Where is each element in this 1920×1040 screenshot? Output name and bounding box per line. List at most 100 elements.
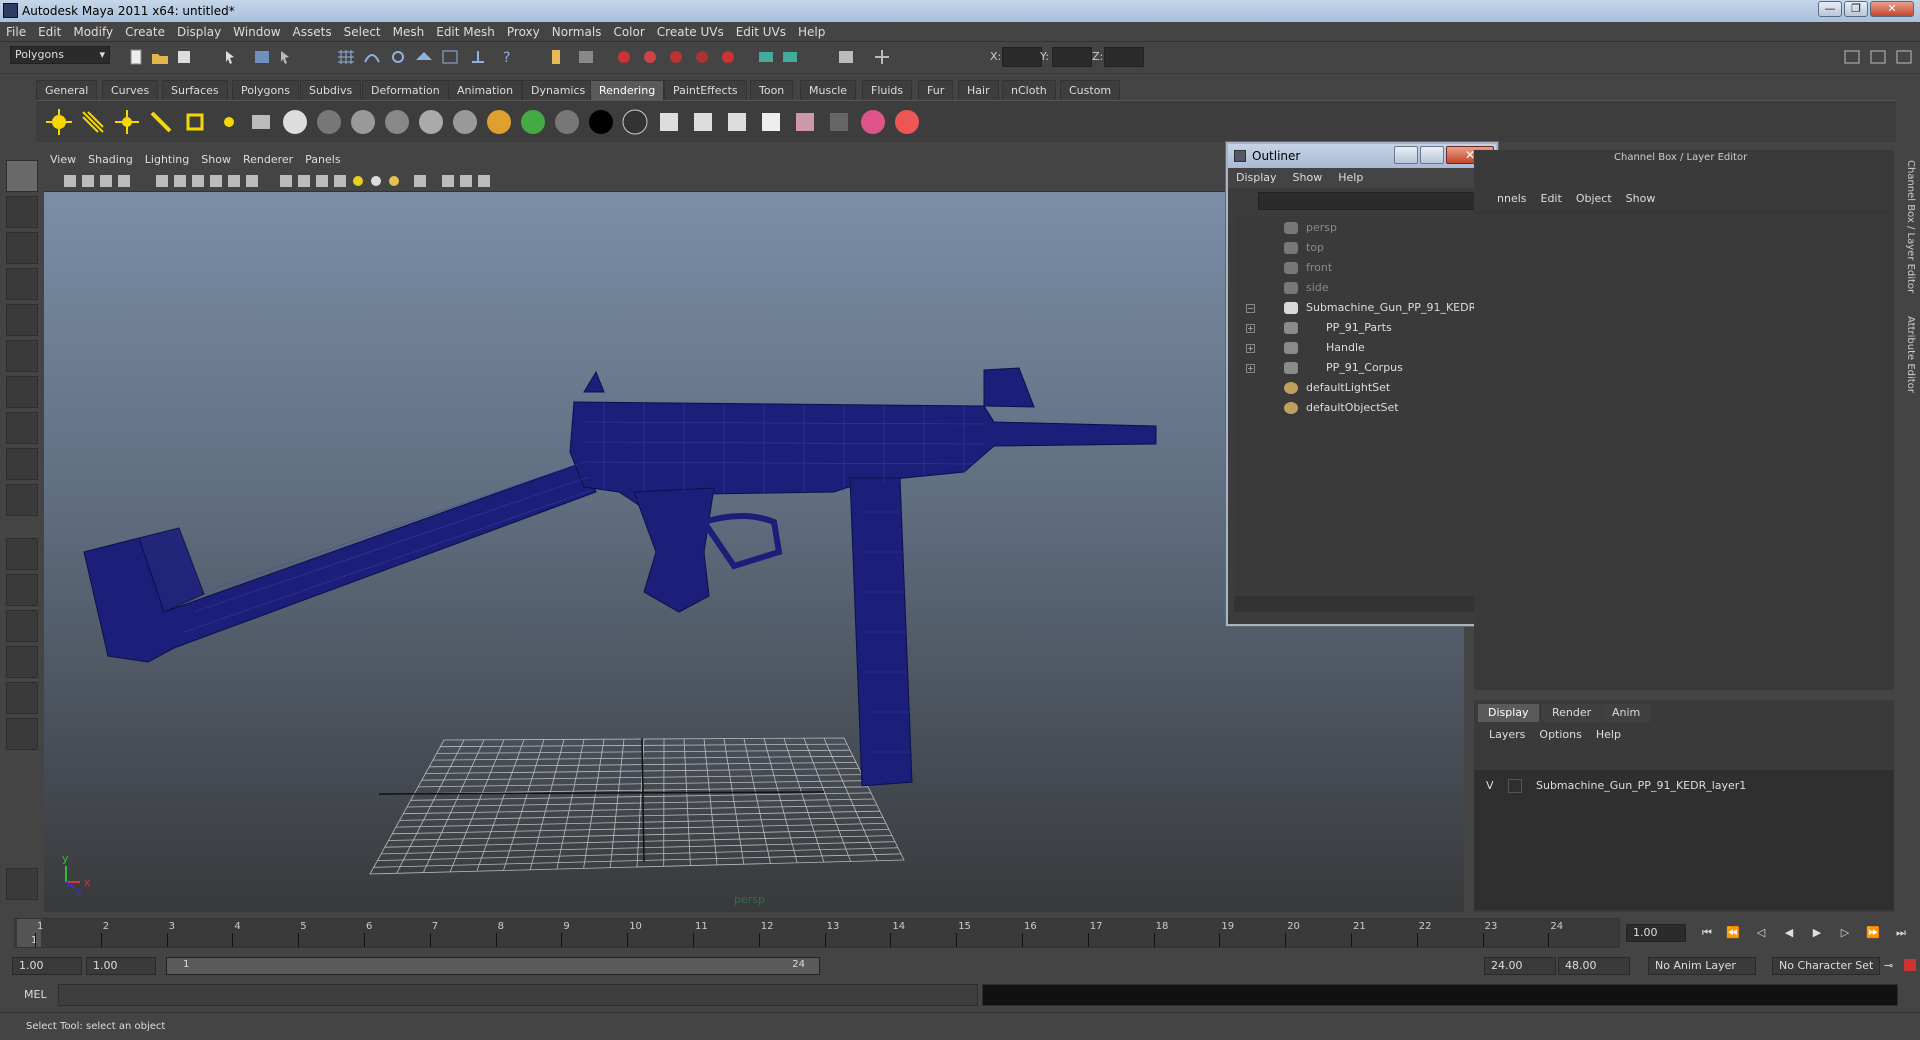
- shelf-tab-muscle[interactable]: Muscle: [800, 80, 857, 100]
- move-tool-icon[interactable]: [6, 268, 38, 300]
- cb-menu-show[interactable]: Show: [1619, 190, 1663, 208]
- render-current-frame-icon[interactable]: [654, 107, 684, 137]
- shelf-tab-general[interactable]: General: [36, 80, 98, 100]
- camera-mode-icon[interactable]: [836, 48, 856, 66]
- menu-proxy[interactable]: Proxy: [501, 22, 546, 42]
- layout-hypershade-icon[interactable]: [6, 682, 38, 714]
- open-scene-icon[interactable]: [150, 48, 170, 66]
- save-scene-icon[interactable]: [174, 48, 194, 66]
- collapse-toggle[interactable]: −: [1246, 304, 1255, 313]
- menu-select[interactable]: Select: [338, 22, 387, 42]
- mel-command-input[interactable]: [58, 984, 978, 1006]
- le-menu-layers[interactable]: Layers: [1482, 726, 1532, 744]
- outliner-filter-input[interactable]: [1258, 192, 1492, 210]
- outliner-item-object-set[interactable]: defaultObjectSet: [1246, 398, 1476, 418]
- go-to-start-icon[interactable]: ⏮: [1698, 926, 1716, 940]
- side-tab-channel-box[interactable]: Channel Box / Layer Editor: [1900, 160, 1916, 293]
- attribute-editor-toggle-icon[interactable]: [1842, 48, 1862, 66]
- menu-color[interactable]: Color: [607, 22, 650, 42]
- menu-edit-uvs[interactable]: Edit UVs: [730, 22, 792, 42]
- outliner-horizontal-scrollbar[interactable]: [1234, 596, 1478, 612]
- render-view-icon[interactable]: [718, 48, 738, 66]
- aniso-material-icon[interactable]: [450, 107, 480, 137]
- scale-tool-icon[interactable]: [6, 340, 38, 372]
- play-backwards-icon[interactable]: ◀: [1780, 926, 1798, 940]
- render-frame-icon[interactable]: [614, 48, 634, 66]
- construction-history-icon[interactable]: [468, 48, 488, 66]
- outliner-maximize-button[interactable]: [1420, 146, 1444, 164]
- outliner-item-light-set[interactable]: defaultLightSet: [1246, 378, 1476, 398]
- minimize-button[interactable]: —: [1818, 1, 1842, 17]
- outliner-item-group[interactable]: − Submachine_Gun_PP_91_KEDR: [1246, 298, 1476, 318]
- layout-custom-icon[interactable]: [6, 718, 38, 750]
- show-manipulator-icon[interactable]: [6, 448, 38, 480]
- menuset-dropdown[interactable]: Polygons ▾: [10, 46, 110, 64]
- universal-manipulator-icon[interactable]: [6, 376, 38, 408]
- layer-tab-render[interactable]: Render: [1542, 704, 1602, 722]
- menu-create-uvs[interactable]: Create UVs: [651, 22, 730, 42]
- x-field[interactable]: [1002, 47, 1042, 67]
- step-forward-key-icon[interactable]: ⏩: [1864, 926, 1882, 940]
- le-menu-help[interactable]: Help: [1589, 726, 1628, 744]
- outliner-window[interactable]: Outliner ✕ Display Show Help persp top fro…: [1226, 142, 1498, 626]
- area-light-icon[interactable]: [180, 107, 210, 137]
- paint-brush-icon[interactable]: [892, 107, 922, 137]
- shelf-tab-rendering[interactable]: Rendering: [590, 80, 665, 100]
- menu-edit-mesh[interactable]: Edit Mesh: [430, 22, 501, 42]
- menu-display[interactable]: Display: [171, 22, 227, 42]
- select-object-icon[interactable]: [252, 48, 272, 66]
- viewport-menu-renderer[interactable]: Renderer: [237, 150, 299, 170]
- cb-menu-object[interactable]: Object: [1569, 190, 1619, 208]
- playback-start-field[interactable]: 1.00: [86, 957, 156, 975]
- channel-list[interactable]: [1476, 212, 1888, 688]
- directional-light-icon[interactable]: [78, 107, 108, 137]
- anim-layer-dropdown[interactable]: No Anim Layer: [1648, 957, 1756, 975]
- hypershade-icon[interactable]: [692, 48, 712, 66]
- shelf-tab-hair[interactable]: Hair: [958, 80, 999, 100]
- outliner-minimize-button[interactable]: [1394, 146, 1418, 164]
- new-scene-icon[interactable]: [126, 48, 146, 66]
- character-set-dropdown[interactable]: No Character Set: [1772, 957, 1880, 975]
- lasso-tool-icon[interactable]: [6, 196, 38, 228]
- lambert-material-icon[interactable]: [314, 107, 344, 137]
- shelf-tab-painteffects[interactable]: PaintEffects: [664, 80, 747, 100]
- snap-plane-icon[interactable]: [414, 48, 434, 66]
- layer-playback-toggle[interactable]: [1508, 779, 1522, 793]
- cb-menu-edit[interactable]: Edit: [1534, 190, 1569, 208]
- playback-end-field[interactable]: 24.00: [1484, 957, 1556, 975]
- point-light-icon[interactable]: [112, 107, 142, 137]
- ipr-render-icon[interactable]: [640, 48, 660, 66]
- soft-mod-tool-icon[interactable]: [6, 412, 38, 444]
- viewport-menu-view[interactable]: View: [44, 150, 82, 170]
- paint-select-tool-icon[interactable]: [6, 232, 38, 264]
- batch-render-icon[interactable]: [756, 48, 776, 66]
- auto-key-icon[interactable]: ⊸: [1884, 959, 1893, 972]
- step-back-frame-icon[interactable]: ◁: [1752, 926, 1770, 940]
- outliner-item-front[interactable]: front: [1246, 258, 1476, 278]
- blinn-material-icon[interactable]: [348, 107, 378, 137]
- shelf-tab-curves[interactable]: Curves: [102, 80, 159, 100]
- menu-help[interactable]: Help: [792, 22, 831, 42]
- maximize-button[interactable]: ❐: [1844, 1, 1868, 17]
- viewport-menu-shading[interactable]: Shading: [82, 150, 139, 170]
- hypershade-shelf-icon[interactable]: [790, 107, 820, 137]
- render-sphere-icon[interactable]: [280, 107, 310, 137]
- select-component-icon[interactable]: [278, 48, 298, 66]
- outliner-menu-display[interactable]: Display: [1228, 168, 1285, 188]
- surface-shader-icon[interactable]: [552, 107, 582, 137]
- rotate-tool-icon[interactable]: [6, 304, 38, 336]
- menu-assets[interactable]: Assets: [287, 22, 338, 42]
- current-time-field[interactable]: 1.00: [1626, 924, 1686, 942]
- ramp-shader-icon[interactable]: [484, 107, 514, 137]
- phonge-material-icon[interactable]: [416, 107, 446, 137]
- viewport-menu-panels[interactable]: Panels: [299, 150, 346, 170]
- expand-toggle[interactable]: +: [1246, 324, 1255, 333]
- shelf-tab-ncloth[interactable]: nCloth: [1002, 80, 1056, 100]
- viewport-menu-show[interactable]: Show: [195, 150, 237, 170]
- menu-create[interactable]: Create: [119, 22, 171, 42]
- expand-toggle[interactable]: +: [1246, 364, 1255, 373]
- menu-normals[interactable]: Normals: [546, 22, 608, 42]
- ipr-icon[interactable]: [688, 107, 718, 137]
- shading-map-icon[interactable]: [620, 107, 650, 137]
- script-language-toggle[interactable]: MEL: [24, 988, 47, 1001]
